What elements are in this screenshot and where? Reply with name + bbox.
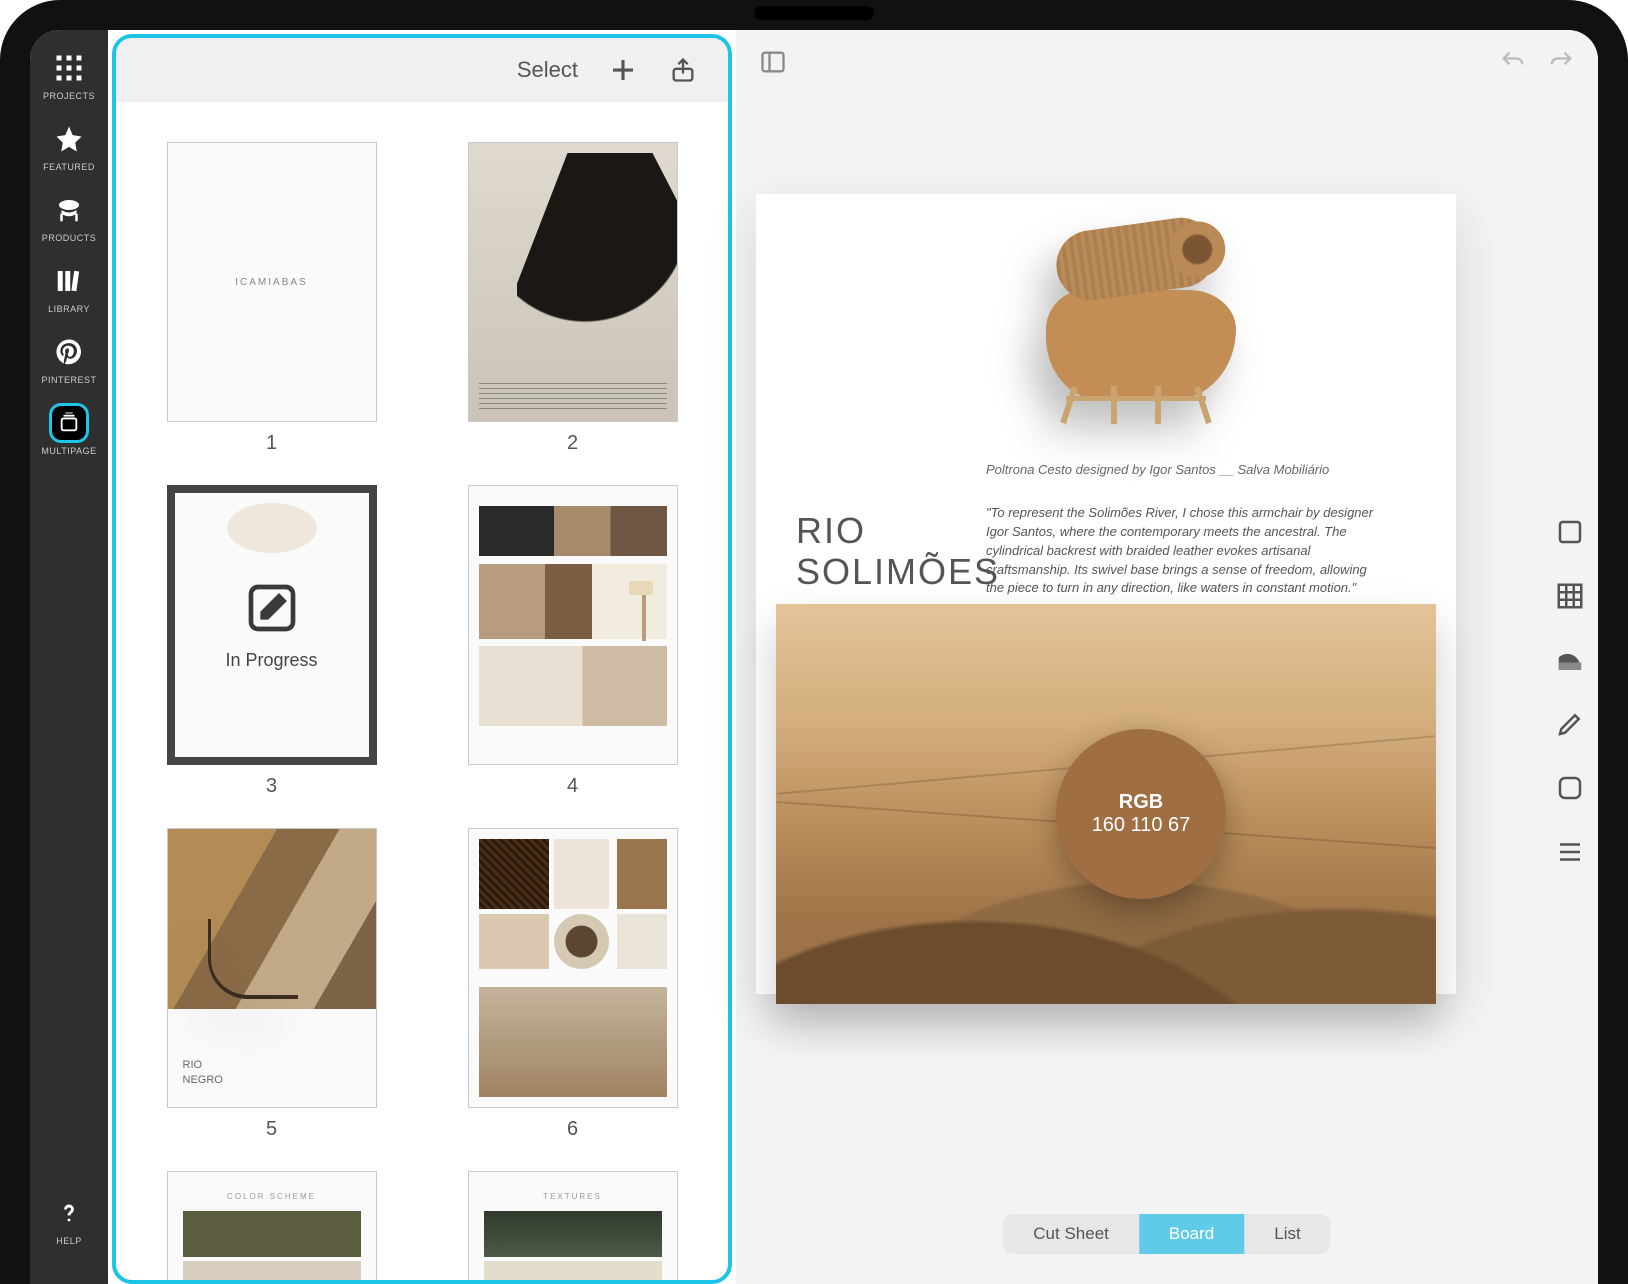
sidebar-item-multipage[interactable]: MULTIPAGE <box>39 403 99 456</box>
sidebar-item-label: FEATURED <box>43 162 95 172</box>
sidebar-item-label: PROJECTS <box>43 91 95 101</box>
thumb-title: TEXTURES <box>484 1192 662 1201</box>
sidebar-item-products[interactable]: PRODUCTS <box>39 190 99 243</box>
sidebar-item-pinterest[interactable]: PINTEREST <box>39 332 99 385</box>
sidebar-item-label: PRODUCTS <box>42 233 97 243</box>
view-mode-segmented: Cut Sheet Board List <box>1003 1214 1330 1254</box>
sidebar-item-label: PINTEREST <box>41 375 96 385</box>
page-number: 6 <box>567 1118 578 1141</box>
pencil-tool-icon[interactable] <box>1552 706 1588 742</box>
page-thumbnail[interactable]: RIONEGRO 5 <box>156 828 387 1141</box>
thumb-title: COLOR SCHEME <box>183 1192 361 1201</box>
page-number: 2 <box>567 432 578 455</box>
thumb-preview: ICAMIABAS <box>167 142 377 422</box>
page-thumbnail[interactable]: ICAMIABAS 1 <box>156 142 387 455</box>
sidebar-item-label: LIBRARY <box>48 304 90 314</box>
list-tool-icon[interactable] <box>1552 834 1588 870</box>
sidebar-item-library[interactable]: LIBRARY <box>39 261 99 314</box>
portrait-silhouette <box>517 153 678 373</box>
shape-tool-icon[interactable] <box>1552 770 1588 806</box>
page-thumbnail-current[interactable]: In Progress 3 <box>156 485 387 798</box>
thumb-preview <box>468 485 678 765</box>
inprogress-label: In Progress <box>225 650 317 671</box>
placeholder-text-lines <box>479 383 667 413</box>
page-number: 3 <box>266 775 277 798</box>
share-button[interactable] <box>668 55 698 85</box>
page-number: 1 <box>266 432 277 455</box>
thumb-preview: COLOR SCHEME <box>167 1171 377 1280</box>
canvas-toolbar <box>736 30 1598 94</box>
brand-text: ICAMIABAS <box>235 277 307 288</box>
product-caption: Poltrona Cesto designed by Igor Santos _… <box>986 462 1416 477</box>
chair-icon <box>49 190 89 230</box>
select-button[interactable]: Select <box>517 57 578 83</box>
app-sidebar: PROJECTS FEATURED PRODUCTS LIBRARY <box>30 30 108 1284</box>
pinterest-icon <box>49 332 89 372</box>
thumb-preview-inprogress: In Progress <box>167 485 377 765</box>
sidebar-item-label: MULTIPAGE <box>41 446 96 456</box>
help-icon <box>49 1193 89 1233</box>
page-thumbnail[interactable]: COLOR SCHEME 7 <box>156 1171 387 1280</box>
title-line-1: RIO <box>796 510 1000 551</box>
color-swatch[interactable]: RGB 160 110 67 <box>1056 729 1226 899</box>
sidebar-item-featured[interactable]: FEATURED <box>39 119 99 172</box>
swatch-label: RGB <box>1119 791 1163 814</box>
multipage-toolbar: Select <box>116 38 728 102</box>
page-thumbnail[interactable]: 4 <box>457 485 688 798</box>
thumb-caption: RIONEGRO <box>183 1058 223 1087</box>
thumb-preview <box>468 828 678 1108</box>
board-title: RIO SOLIMÕES <box>796 510 1000 593</box>
sidebar-item-projects[interactable]: PROJECTS <box>39 48 99 101</box>
swatch-value: 160 110 67 <box>1092 814 1191 837</box>
crop-tool-icon[interactable] <box>1552 514 1588 550</box>
add-page-button[interactable] <box>608 55 638 85</box>
page-thumbnail-grid: ICAMIABAS 1 2 <box>116 102 728 1280</box>
grid-icon <box>49 48 89 88</box>
multipage-icon <box>49 403 89 443</box>
palette-tool-icon[interactable] <box>1552 642 1588 678</box>
multipage-panel: Select ICAMIABAS 1 <box>112 34 732 1284</box>
page-thumbnail[interactable]: 6 <box>457 828 688 1141</box>
device-notch <box>754 6 874 20</box>
redo-button[interactable] <box>1544 45 1578 79</box>
undo-button[interactable] <box>1496 45 1530 79</box>
segment-board[interactable]: Board <box>1139 1214 1244 1254</box>
star-icon <box>49 119 89 159</box>
canvas-tool-rail <box>1542 514 1598 870</box>
page-number: 5 <box>266 1118 277 1141</box>
thumb-preview <box>468 142 678 422</box>
board-description: "To represent the Solimões River, I chos… <box>986 504 1386 598</box>
segment-cutsheet[interactable]: Cut Sheet <box>1003 1214 1139 1254</box>
edit-icon <box>244 580 300 636</box>
title-line-2: SOLIMÕES <box>796 551 1000 592</box>
page-thumbnail[interactable]: TEXTURES 8 <box>457 1171 688 1280</box>
library-icon <box>49 261 89 301</box>
grid-tool-icon[interactable] <box>1552 578 1588 614</box>
sidebar-item-help[interactable]: HELP <box>39 1193 99 1246</box>
product-image[interactable] <box>986 224 1286 454</box>
page-number: 4 <box>567 775 578 798</box>
segment-list[interactable]: List <box>1244 1214 1330 1254</box>
sidebar-item-label: HELP <box>56 1236 82 1246</box>
canvas-panel: Poltrona Cesto designed by Igor Santos _… <box>736 30 1598 1284</box>
thumb-preview: RIONEGRO <box>167 828 377 1108</box>
page-thumbnail[interactable]: 2 <box>457 142 688 455</box>
sidebar-toggle-button[interactable] <box>756 45 790 79</box>
canvas-body[interactable]: Poltrona Cesto designed by Igor Santos _… <box>736 94 1598 1284</box>
thumb-preview: TEXTURES <box>468 1171 678 1280</box>
mood-board: Poltrona Cesto designed by Igor Santos _… <box>756 194 1456 994</box>
